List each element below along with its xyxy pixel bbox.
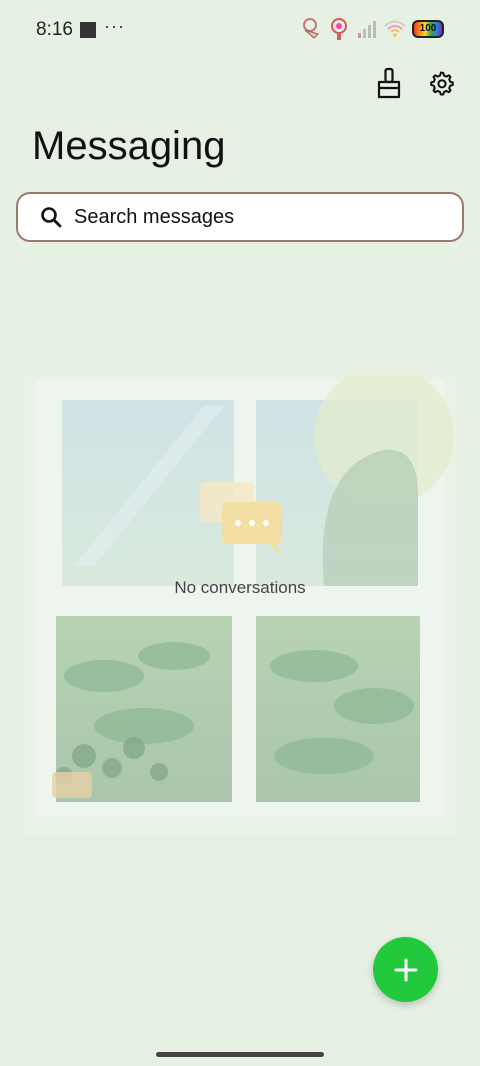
clean-button[interactable]: [374, 64, 404, 102]
plus-icon: [394, 958, 417, 981]
signal-icon: [358, 21, 376, 38]
page-title: Messaging: [32, 124, 226, 168]
search-input[interactable]: [72, 204, 436, 230]
home-indicator[interactable]: [156, 1052, 324, 1057]
battery-icon: 100: [412, 20, 444, 38]
settings-button[interactable]: [426, 64, 456, 102]
status-time: 8:16: [36, 19, 73, 40]
wifi-icon: [384, 20, 406, 37]
broom-icon: [377, 67, 401, 99]
new-message-button[interactable]: [373, 937, 438, 1002]
status-more-icon: ···: [104, 16, 125, 36]
search-icon: [41, 207, 62, 228]
search-bar[interactable]: [16, 192, 464, 242]
status-notification-icon: [80, 22, 96, 38]
status-bar: 8:16 ··· 100: [0, 0, 480, 60]
header-actions: [374, 64, 456, 102]
empty-state-text: No conversations: [174, 578, 306, 597]
app-notification-icon-2: [331, 18, 347, 40]
empty-state-illustration: [24, 376, 456, 836]
gear-icon: [430, 71, 454, 96]
status-icons: 100: [300, 16, 444, 42]
app-notification-icon: [303, 18, 320, 39]
